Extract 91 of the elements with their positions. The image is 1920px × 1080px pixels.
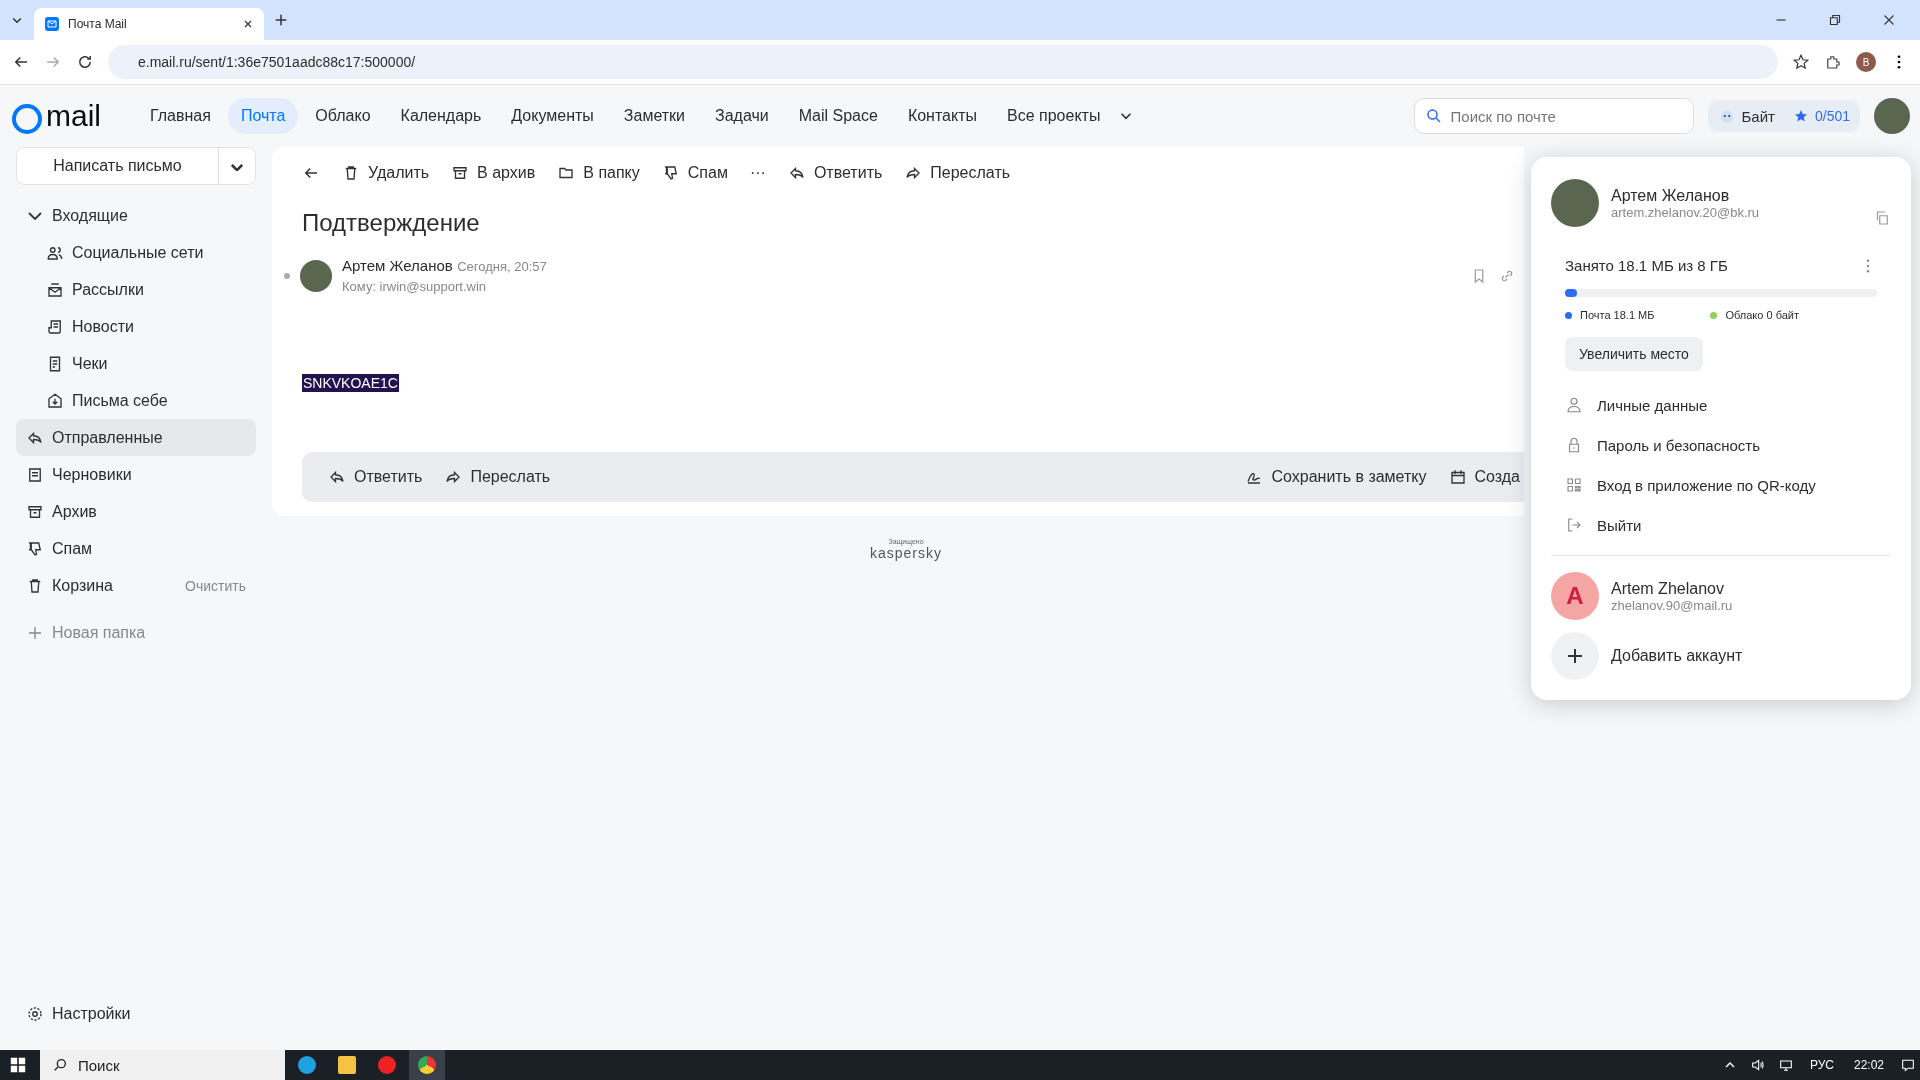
account-name: Артем Желанов <box>1611 186 1731 205</box>
nav-link[interactable]: Все проекты <box>994 98 1114 134</box>
avatar-placeholder <box>300 259 332 292</box>
calendar-icon <box>1448 468 1467 486</box>
language-indicator[interactable]: РУС <box>1801 1058 1842 1072</box>
kaspersky-logo: kaspersky <box>870 545 942 561</box>
envelope-icon <box>46 280 64 299</box>
thumbs-down-icon <box>26 539 44 558</box>
menu-item[interactable]: Выйти <box>1551 505 1891 545</box>
account-name[interactable]: Artem Zhelanov <box>1611 579 1891 598</box>
folder-item[interactable]: Чеки <box>16 345 256 382</box>
account-email: artem.zhelanov.20@bk.ru <box>1611 204 1761 220</box>
legend-label: Почта 18.1 МБ <box>1580 309 1655 321</box>
mail-logo[interactable]: mail <box>12 99 101 133</box>
nav-link[interactable]: Облако <box>302 98 384 134</box>
settings-link[interactable]: Настройки <box>16 995 256 1032</box>
action-button[interactable]: Сохранить в заметку <box>1245 468 1427 486</box>
newspaper-icon <box>46 317 64 336</box>
nav-link[interactable]: Контакты <box>894 98 990 134</box>
action-button[interactable]: Ответить <box>328 468 423 486</box>
folder-item[interactable]: Спам <box>16 530 256 567</box>
nav-link[interactable]: Mail Space <box>785 98 891 134</box>
folder-item[interactable]: Новости <box>16 308 256 345</box>
folder-item[interactable]: Письма себе <box>16 382 256 419</box>
menu-item[interactable]: Вход в приложение по QR-коду <box>1551 465 1891 505</box>
stars-count[interactable]: 0/501 <box>1814 108 1850 124</box>
toolbar-button[interactable]: Переслать <box>904 164 1011 182</box>
add-account-link[interactable]: Добавить аккаунт <box>1611 647 1743 665</box>
folder-item[interactable]: Социальные сети <box>16 234 256 271</box>
logout-icon <box>1565 516 1583 534</box>
browser-icon[interactable] <box>378 1056 396 1074</box>
plus-icon[interactable] <box>1551 632 1599 680</box>
toolbar-button[interactable]: Удалить <box>342 164 430 182</box>
folder-item[interactable]: Архив <box>16 493 256 530</box>
nav-link[interactable]: Почта <box>227 98 299 134</box>
search-field[interactable]: Поиск по почте <box>1413 98 1694 134</box>
document-icon <box>26 465 44 484</box>
action-button[interactable]: Переслать <box>444 468 551 486</box>
folder-item[interactable]: Входящие <box>16 197 256 234</box>
toolbar-button[interactable]: ··· <box>749 164 766 182</box>
taskbar-search-field[interactable]: Поиск <box>40 1050 285 1080</box>
nav-link[interactable]: Документы <box>498 98 607 134</box>
search-icon <box>52 1057 68 1073</box>
star-icon <box>1792 108 1809 124</box>
settings-icon <box>26 1004 44 1023</box>
archive-box-icon <box>451 164 470 182</box>
envelope-icon <box>44 16 60 32</box>
avatar-placeholder[interactable] <box>1874 98 1910 134</box>
star-icon[interactable] <box>1792 53 1810 71</box>
folder-item[interactable]: Рассылки <box>16 271 256 308</box>
close-icon[interactable] <box>242 18 254 30</box>
sender-name[interactable]: Артем Желанов <box>342 257 453 274</box>
qr-code-icon <box>1565 476 1583 494</box>
toolbar-button[interactable]: В папку <box>557 164 640 182</box>
nav-link[interactable]: Задачи <box>702 98 782 134</box>
search-icon <box>1424 107 1443 125</box>
reload-icon[interactable] <box>76 53 94 71</box>
folder-item[interactable]: Корзина Очистить <box>16 567 256 604</box>
nav-link[interactable]: Заметки <box>610 98 698 134</box>
message-body: SNKVKOAE1C <box>302 374 399 392</box>
menu-item[interactable]: Личные данные <box>1551 385 1891 425</box>
folder-item[interactable]: Черновики <box>16 456 256 493</box>
legend-label: Облако 0 байт <box>1725 309 1799 321</box>
menu-item[interactable]: Пароль и безопасность <box>1551 425 1891 465</box>
profile-avatar[interactable]: B <box>1856 52 1876 72</box>
storage-text: Занято 18.1 МБ из 8 ГБ <box>1565 257 1728 275</box>
toolbar-button[interactable]: Ответить <box>787 164 883 182</box>
toolbar-button[interactable]: Спам <box>661 164 728 182</box>
toolbar-button[interactable]: В архив <box>451 164 536 182</box>
puzzle-icon[interactable] <box>1824 53 1842 71</box>
unread-dot[interactable] <box>284 272 290 279</box>
folder-item[interactable]: Отправленные <box>16 419 256 456</box>
bait-link[interactable]: Байт <box>1741 107 1775 125</box>
browser-icon[interactable] <box>298 1056 316 1074</box>
person-icon <box>1565 396 1583 414</box>
message-subject: Подтверждение <box>302 209 481 237</box>
action-button[interactable]: Созда <box>1448 468 1520 486</box>
download-icon <box>46 391 64 410</box>
address-bar[interactable]: e.mail.ru/sent/1:36e7501aadc88c17:500000/ <box>108 45 1778 79</box>
nav-link[interactable]: Главная <box>137 98 224 134</box>
avatar-placeholder <box>1551 179 1599 227</box>
chevron-icon <box>28 211 42 220</box>
recipient-text: Кому: irwin@support.win <box>342 279 487 294</box>
increase-storage-button[interactable]: Увеличить место <box>1565 337 1703 371</box>
browser-icon[interactable] <box>418 1056 436 1074</box>
chevron-icon <box>231 163 243 171</box>
nav-link[interactable]: Календарь <box>387 98 495 134</box>
account-email: zhelanov.90@mail.ru <box>1611 597 1734 613</box>
browser-tab[interactable]: Почта Mail <box>34 8 264 40</box>
message-time: Сегодня, 20:57 <box>457 259 547 274</box>
clock[interactable]: 22:02 <box>1845 1058 1892 1072</box>
